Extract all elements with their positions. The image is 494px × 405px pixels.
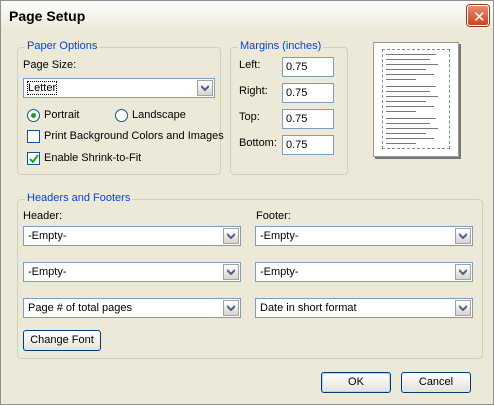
portrait-radio[interactable] [27,109,40,122]
print-background-checkbox[interactable] [27,130,40,143]
title-bar[interactable]: Page Setup ✕ [1,1,493,31]
margin-left-input[interactable]: 0.75 [282,57,334,77]
margin-right-label: Right: [239,85,268,97]
chevron-down-icon[interactable] [197,80,213,96]
chevron-down-icon[interactable] [223,264,239,280]
chevron-down-icon[interactable] [455,264,471,280]
margin-top-label: Top: [239,111,260,123]
shrink-to-fit-checkbox[interactable] [27,152,40,165]
chevron-down-icon[interactable] [455,228,471,244]
margins-legend: Margins (inches) [238,40,324,52]
page-size-select[interactable]: Letter [23,78,215,98]
page-size-value: Letter [26,81,58,95]
page-size-label: Page Size: [23,59,77,71]
margin-right-input[interactable]: 0.75 [282,83,334,103]
header-select-2[interactable]: -Empty- [23,262,241,282]
margin-bottom-label: Bottom: [239,137,277,149]
header-label: Header: [23,210,63,222]
header-select-3[interactable]: Page # of total pages [23,298,241,318]
footer-select-1[interactable]: -Empty- [255,226,473,246]
headers-footers-legend: Headers and Footers [25,192,133,204]
dialog-title: Page Setup [9,8,86,24]
change-font-button[interactable]: Change Font [23,330,101,351]
ok-button[interactable]: OK [321,372,391,393]
margin-top-input[interactable]: 0.75 [282,109,334,129]
footer-select-3[interactable]: Date in short format [255,298,473,318]
cancel-button[interactable]: Cancel [401,372,471,393]
shrink-to-fit-label: Enable Shrink-to-Fit [44,152,142,164]
page-setup-dialog: Page Setup ✕ Paper Options Page Size: Le… [0,0,494,405]
preview-margins [382,49,450,149]
paper-options-legend: Paper Options [25,40,100,52]
landscape-radio[interactable] [115,109,128,122]
chevron-down-icon[interactable] [223,300,239,316]
footer-label: Footer: [256,210,291,222]
close-icon: ✕ [473,9,486,26]
print-background-label: Print Background Colors and Images [44,130,224,142]
landscape-label: Landscape [132,109,186,121]
chevron-down-icon[interactable] [223,228,239,244]
portrait-label: Portrait [44,109,80,121]
header-select-1[interactable]: -Empty- [23,226,241,246]
close-button[interactable]: ✕ [467,5,489,26]
footer-select-2[interactable]: -Empty- [255,262,473,282]
margin-bottom-input[interactable]: 0.75 [282,135,334,155]
chevron-down-icon[interactable] [455,300,471,316]
checkmark-icon [29,154,39,164]
margin-left-label: Left: [239,59,261,71]
page-preview [373,42,459,157]
